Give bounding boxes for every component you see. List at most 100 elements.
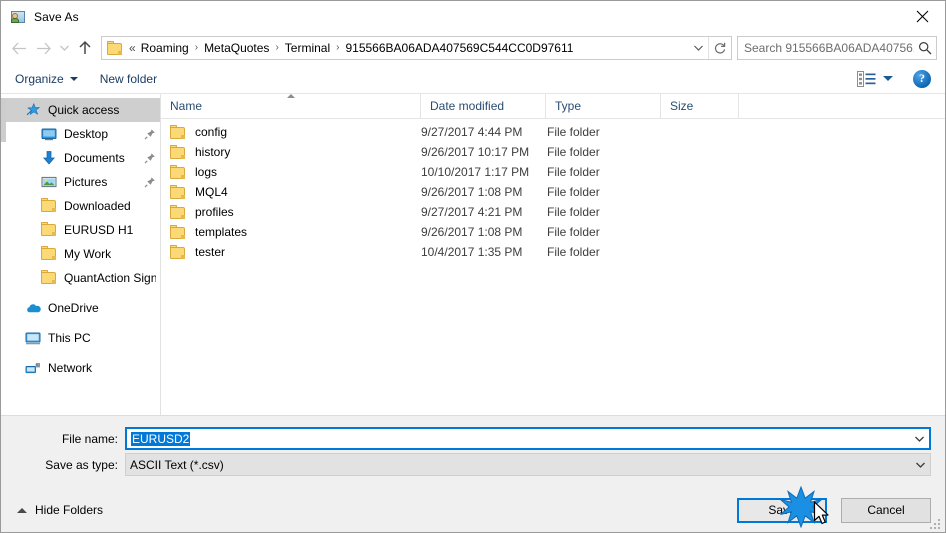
resize-grip-icon[interactable] [929, 517, 942, 530]
pin-icon[interactable] [144, 128, 156, 140]
back-button[interactable] [7, 36, 31, 60]
close-button[interactable] [899, 1, 945, 31]
sidebar-item-label: My Work [64, 247, 112, 261]
save-as-dialog: Save As « Roaming › MetaQuotes › Termina… [0, 0, 946, 533]
window-title: Save As [34, 9, 79, 24]
sidebar-item-documents[interactable]: Documents [1, 146, 160, 170]
folder-icon [170, 185, 186, 199]
forward-button[interactable] [31, 36, 55, 60]
column-header-name[interactable]: Name [161, 94, 421, 118]
file-date-cell: 10/4/2017 1:35 PM [421, 245, 523, 259]
pin-icon[interactable] [144, 176, 156, 188]
breadcrumb-item-metaquotes[interactable]: MetaQuotes [203, 41, 270, 55]
table-row[interactable]: MQL4 9/26/2017 1:08 PM File folder [161, 182, 945, 202]
documents-icon [41, 150, 57, 166]
desktop-icon [41, 126, 57, 142]
sidebar-item-pictures[interactable]: Pictures [1, 170, 160, 194]
hide-folders-label: Hide Folders [35, 503, 104, 517]
recent-locations-button[interactable] [55, 36, 73, 60]
column-header-label: Size [670, 99, 694, 113]
sidebar-item-eurusd-h1[interactable]: EURUSD H1 [1, 218, 160, 242]
table-row[interactable]: tester 10/4/2017 1:35 PM File folder [161, 242, 945, 262]
save-as-type-select[interactable]: ASCII Text (*.csv) [125, 453, 931, 476]
table-row[interactable]: history 9/26/2017 10:17 PM File folder [161, 142, 945, 162]
breadcrumb-separator-icon: › [336, 42, 340, 53]
sidebar-item-my-work[interactable]: My Work [1, 242, 160, 266]
sidebar-item-label: OneDrive [48, 301, 99, 315]
navigation-pane: Quick access Desktop Documents Pictures … [1, 94, 161, 415]
file-name-selected-text: EURUSD2 [131, 431, 191, 446]
this-pc-icon [25, 330, 41, 346]
cancel-button-label: Cancel [867, 503, 905, 517]
up-button[interactable] [73, 36, 97, 60]
chevron-down-icon [59, 45, 69, 51]
file-name-dropdown-button[interactable] [909, 428, 929, 449]
file-type-cell: File folder [547, 245, 600, 259]
organize-button[interactable]: Organize [15, 72, 78, 86]
file-date-cell: 9/27/2017 4:44 PM [421, 125, 523, 139]
new-folder-button[interactable]: New folder [100, 72, 157, 86]
sidebar-item-label: Quick access [48, 103, 120, 117]
file-name-value: EURUSD2 [127, 431, 909, 446]
file-date-cell: 9/26/2017 1:08 PM [421, 185, 523, 199]
folder-icon [170, 245, 186, 259]
table-row[interactable]: config 9/27/2017 4:44 PM File folder [161, 122, 945, 142]
pictures-icon [41, 174, 57, 190]
table-row[interactable]: templates 9/26/2017 1:08 PM File folder [161, 222, 945, 242]
dialog-body: Quick access Desktop Documents Pictures … [1, 94, 945, 415]
breadcrumb-item-terminal[interactable]: Terminal [284, 41, 331, 55]
file-name-cell: MQL4 [161, 185, 421, 199]
folder-icon [41, 270, 57, 286]
folder-icon [170, 125, 186, 139]
change-view-button[interactable] [857, 70, 893, 87]
breadcrumb-item-terminal-id[interactable]: 915566BA06ADA407569C544CC0D97611 [344, 41, 574, 55]
file-date-cell: 9/27/2017 4:21 PM [421, 205, 523, 219]
sidebar-item-quick-access[interactable]: Quick access [1, 98, 160, 122]
folder-icon [170, 205, 186, 219]
sidebar-item-label: Desktop [64, 127, 109, 141]
search-input[interactable]: Search 915566BA06ADA40756... [737, 36, 937, 60]
table-row[interactable]: profiles 9/27/2017 4:21 PM File folder [161, 202, 945, 222]
column-header-date-modified[interactable]: Date modified [421, 94, 546, 118]
help-button[interactable]: ? [913, 69, 931, 88]
file-date-cell: 9/26/2017 10:17 PM [421, 145, 530, 159]
save-as-type-dropdown-button[interactable] [910, 454, 930, 475]
sidebar-item-downloaded[interactable]: Downloaded [1, 194, 160, 218]
file-name-cell: profiles [161, 205, 421, 219]
sidebar-item-onedrive[interactable]: OneDrive [1, 296, 160, 320]
table-row[interactable]: logs 10/10/2017 1:17 PM File folder [161, 162, 945, 182]
file-date-cell: 9/26/2017 1:08 PM [421, 225, 523, 239]
breadcrumb-item-roaming[interactable]: Roaming [140, 41, 190, 55]
sidebar-item-label: Network [48, 361, 93, 375]
save-button[interactable]: Save [737, 497, 827, 523]
column-header-size[interactable]: Size [661, 94, 739, 118]
folder-icon [41, 198, 57, 214]
address-bar[interactable]: « Roaming › MetaQuotes › Terminal › 9155… [101, 36, 732, 60]
help-label: ? [919, 71, 925, 85]
breadcrumb-overflow[interactable]: « [127, 41, 140, 55]
file-name-cell: history [161, 145, 421, 159]
hide-folders-button[interactable]: Hide Folders [11, 503, 103, 517]
file-type-cell: File folder [547, 185, 600, 199]
title-bar: Save As [1, 1, 945, 32]
sidebar-item-quantaction-signal[interactable]: QuantAction Signal [1, 266, 160, 290]
save-as-app-icon [10, 9, 26, 25]
column-header-type[interactable]: Type [546, 94, 661, 118]
sidebar-item-label: Downloaded [64, 199, 131, 213]
sidebar-item-network[interactable]: Network [1, 356, 160, 380]
file-type-cell: File folder [547, 225, 600, 239]
sidebar-item-desktop[interactable]: Desktop [1, 122, 160, 146]
pin-icon[interactable] [144, 152, 156, 164]
sidebar-scrollbar[interactable] [1, 98, 6, 142]
file-name-label: history [195, 145, 231, 159]
folder-icon [41, 246, 57, 262]
folder-icon [107, 41, 123, 55]
address-dropdown-button[interactable] [688, 37, 708, 59]
save-button-label: Save [768, 503, 796, 517]
refresh-button[interactable] [708, 37, 731, 59]
file-name-cell: tester [161, 245, 421, 259]
cancel-button[interactable]: Cancel [841, 497, 931, 523]
sidebar-item-this-pc[interactable]: This PC [1, 326, 160, 350]
file-date-cell: 10/10/2017 1:17 PM [421, 165, 530, 179]
file-name-input[interactable]: EURUSD2 [125, 427, 931, 450]
